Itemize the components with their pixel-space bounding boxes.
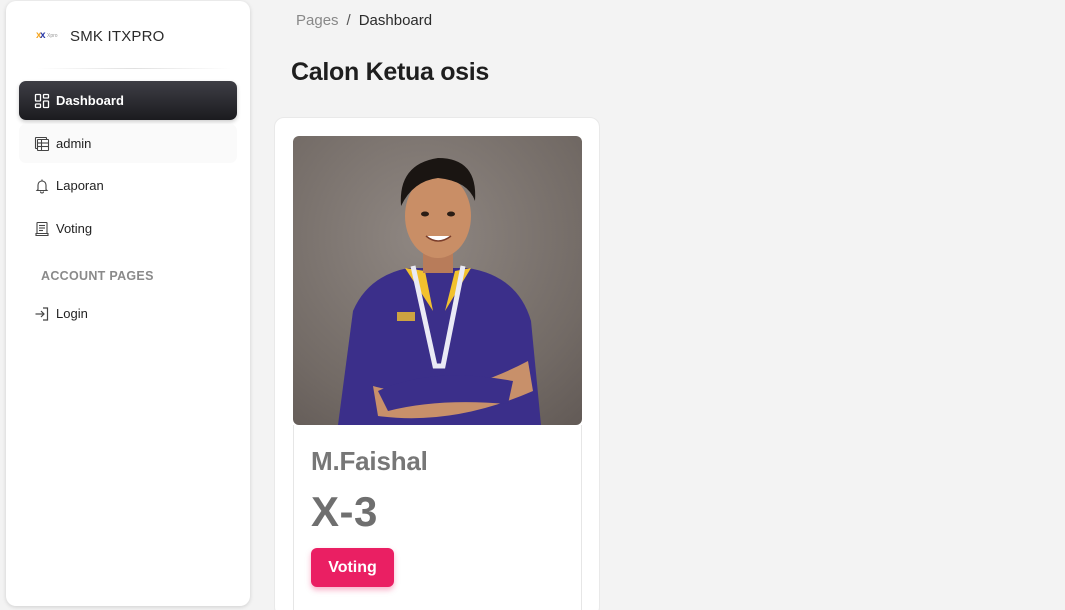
sidebar-item-label: Voting: [56, 221, 93, 236]
breadcrumb-current: Dashboard: [358, 12, 433, 29]
table-icon: [34, 136, 50, 152]
sidebar-item-login[interactable]: Login: [19, 294, 237, 333]
breadcrumb-separator: /: [346, 12, 351, 29]
receipt-icon: [34, 221, 50, 237]
sidebar-item-dashboard[interactable]: Dashboard: [19, 81, 237, 120]
sidebar-divider: [36, 68, 232, 69]
section-label-account-pages: ACCOUNT PAGES: [41, 269, 154, 283]
candidate-class: X-3: [311, 488, 378, 535]
login-icon: [34, 306, 50, 322]
page-title: Calon Ketua osis: [291, 58, 490, 86]
sidebar-item-laporan[interactable]: Laporan: [19, 166, 237, 205]
sidebar-item-admin[interactable]: admin: [19, 124, 237, 163]
candidate-name: M.Faishal: [311, 446, 428, 476]
sidebar-item-label: Laporan: [56, 178, 104, 193]
sidebar-item-voting[interactable]: Voting: [19, 209, 237, 248]
sidebar-item-label: Login: [56, 306, 88, 321]
sidebar: x x Xpro SMK ITXPRO Dashboard admin Lapo…: [6, 1, 250, 606]
card-border-left: [293, 425, 294, 610]
candidate-card: M.Faishal X-3 Voting: [274, 117, 600, 610]
brand[interactable]: x x Xpro SMK ITXPRO: [36, 25, 165, 47]
card-border-right: [581, 425, 582, 610]
breadcrumb: Pages / Dashboard: [296, 12, 432, 29]
bell-icon: [34, 178, 50, 194]
breadcrumb-root[interactable]: Pages: [296, 12, 339, 29]
sidebar-item-label: admin: [56, 136, 92, 151]
brand-name: SMK ITXPRO: [70, 27, 165, 45]
dashboard-icon: [34, 93, 50, 109]
candidate-photo: [293, 136, 582, 425]
sidebar-item-label: Dashboard: [56, 93, 124, 108]
voting-button[interactable]: Voting: [311, 548, 394, 587]
brand-logo: x x Xpro: [36, 30, 58, 41]
